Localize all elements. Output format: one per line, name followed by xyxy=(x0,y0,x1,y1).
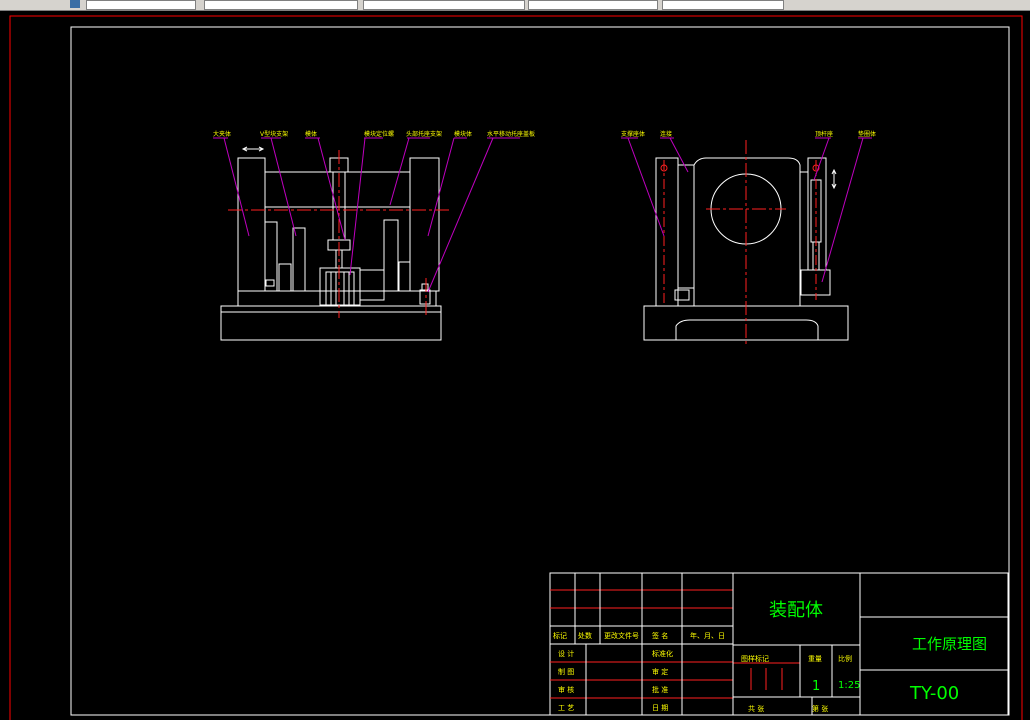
toolbar-field-5[interactable] xyxy=(662,0,784,10)
toolbar-field-2[interactable] xyxy=(204,0,358,10)
label-ejector-seat: 顶杆座 xyxy=(815,130,833,138)
label-big-clamp: 大夹体 xyxy=(213,130,231,138)
row-draw: 制 图 xyxy=(558,667,574,676)
vertical-arrow xyxy=(831,168,837,190)
scale-value: 1:25 xyxy=(838,680,860,691)
rev-header-docno: 更改文件号 xyxy=(604,631,639,640)
row-date: 日 期 xyxy=(652,704,668,712)
label-v-block: V型块支架 xyxy=(260,130,288,138)
label-module-body: 模块体 xyxy=(454,130,472,138)
toolbar-field-1[interactable] xyxy=(86,0,196,10)
drawing-code: TY-00 xyxy=(909,683,959,704)
front-center-lines xyxy=(228,150,452,318)
toolbar-field-3[interactable] xyxy=(363,0,525,10)
label-head-bracket: 头部托座支架 xyxy=(406,130,442,138)
label-cover-plate: 水平移动托座盖板 xyxy=(487,130,535,138)
app-icon[interactable] xyxy=(70,0,80,8)
front-labels: 大夹体 V型块支架 模体 模块定位螺 头部托座支架 模块体 水平移动托座盖板 xyxy=(213,130,535,138)
rev-header-mark: 标记 xyxy=(553,631,567,640)
label-connect: 连接 xyxy=(660,130,672,138)
stage-label: 图样标记 xyxy=(741,654,769,663)
drawing-canvas[interactable]: 大夹体 V型块支架 模体 模块定位螺 头部托座支架 模块体 水平移动托座盖板 支… xyxy=(0,11,1030,720)
weight-label: 重量 xyxy=(808,655,822,663)
sheet-number: 第 张 xyxy=(812,704,828,713)
title-block-text: 标记 处数 更改文件号 签 名 年、月、日 设 计 制 图 审 核 工 艺 标准… xyxy=(553,631,852,713)
quantity-value: 1 xyxy=(812,679,820,694)
base-plate xyxy=(220,305,442,341)
rev-header-count: 处数 xyxy=(578,631,592,640)
title-block-main-text: 装配体 工作原理图 TY-00 1 1:25 xyxy=(769,600,987,704)
top-toolbar xyxy=(0,0,1030,11)
right-column xyxy=(409,157,440,292)
side-center-lines xyxy=(660,140,820,344)
drawing-subtitle: 工作原理图 xyxy=(912,635,987,653)
label-mold-body: 模体 xyxy=(305,130,317,138)
left-column xyxy=(237,157,266,292)
move-arrow xyxy=(241,146,265,152)
rev-header-sign: 签 名 xyxy=(652,631,668,640)
side-labels: 支撑座体 连接 顶杆座 垫圈体 xyxy=(621,130,876,138)
sheet-total: 共 张 xyxy=(748,704,764,713)
front-leaders xyxy=(213,137,520,293)
row-standard: 标准化 xyxy=(652,649,673,658)
row-process: 工 艺 xyxy=(558,704,574,712)
row-design: 设 计 xyxy=(558,649,574,658)
drawing-name: 装配体 xyxy=(769,600,823,621)
scale-label: 比例 xyxy=(838,654,852,663)
rev-header-date: 年、月、日 xyxy=(690,631,725,640)
label-washer: 垫圈体 xyxy=(858,130,876,138)
label-support-seat: 支撑座体 xyxy=(621,130,645,138)
row-review: 审 定 xyxy=(652,667,668,676)
toolbar-field-4[interactable] xyxy=(528,0,658,10)
label-locating-screw: 模块定位螺 xyxy=(364,130,394,138)
outer-frame xyxy=(9,15,1023,720)
row-approve: 批 准 xyxy=(652,685,668,694)
row-check: 审 核 xyxy=(558,685,574,694)
